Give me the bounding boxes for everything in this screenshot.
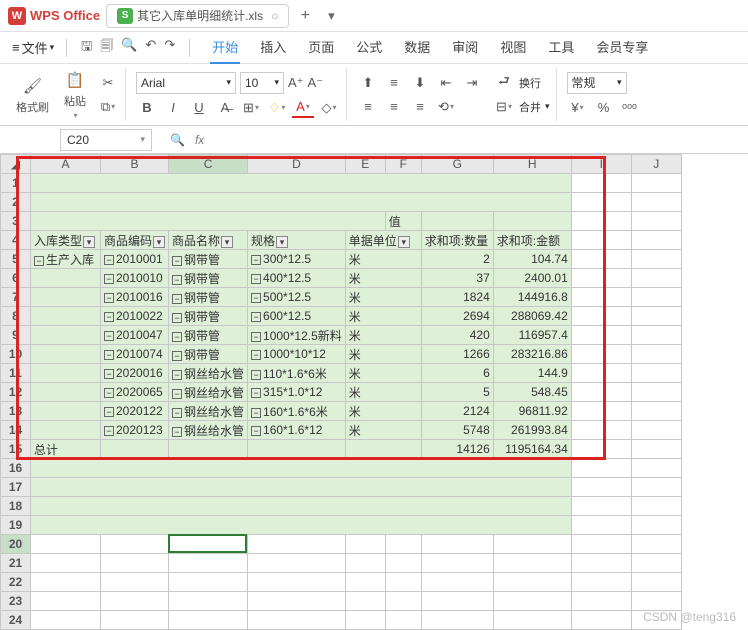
col-header[interactable]: B [101, 155, 169, 174]
merge-icon[interactable]: ⊟ [493, 97, 515, 117]
watermark: CSDN @teng316 [643, 610, 736, 624]
comma-icon[interactable]: ᵒᵒᵒ [619, 98, 641, 118]
spreadsheet-grid[interactable]: ◢ A B C D E F G H I J 1 2 3值 4 入库类型▾ 商品编… [0, 154, 682, 630]
col-header[interactable]: D [248, 155, 346, 174]
hdr-unit: 单据单位▾ [345, 231, 421, 250]
col-header[interactable]: E [345, 155, 385, 174]
cancel-formula-icon[interactable]: 🔍 [170, 133, 185, 147]
indent-inc-icon[interactable]: ⇥ [461, 73, 483, 93]
totals-label: 总计 [31, 440, 101, 459]
sheet-icon: S [117, 8, 133, 24]
tab-member[interactable]: 会员专享 [594, 31, 650, 64]
col-header[interactable]: G [421, 155, 493, 174]
hdr-code: 商品编码▾ [101, 231, 169, 250]
strike-icon[interactable]: A̶ [214, 98, 236, 118]
col-header[interactable]: F [385, 155, 421, 174]
format-painter-button[interactable]: 🖌格式刷 [12, 73, 53, 117]
save-icon[interactable]: 🖫 [81, 37, 92, 59]
print-icon[interactable]: 🗐 [100, 37, 113, 59]
tab-view[interactable]: 视图 [498, 31, 528, 64]
copy-icon[interactable]: ⧉ [97, 97, 119, 117]
redo-icon[interactable]: ↷ [164, 37, 175, 59]
cut-icon[interactable]: ✂ [97, 73, 119, 93]
underline-icon[interactable]: U [188, 98, 210, 118]
col-header[interactable]: J [631, 155, 681, 174]
wrap-icon[interactable]: ⮐ [493, 73, 515, 93]
font-size-select[interactable]: 10▾ [240, 72, 284, 94]
hdr-qty: 求和项:数量 [421, 231, 493, 250]
number-format-select[interactable]: 常规▾ [567, 72, 627, 94]
fill-color-icon[interactable]: ♢ [266, 98, 288, 118]
bold-icon[interactable]: B [136, 98, 158, 118]
col-header[interactable]: I [571, 155, 631, 174]
percent-icon[interactable]: % [593, 98, 615, 118]
filter-icon[interactable]: ▾ [83, 236, 95, 248]
currency-icon[interactable]: ¥ [567, 98, 589, 118]
hdr-type: 入库类型▾ [31, 231, 101, 250]
tab-review[interactable]: 审阅 [450, 31, 480, 64]
tab-insert[interactable]: 插入 [258, 31, 288, 64]
align-top-icon[interactable]: ⬆ [357, 73, 379, 93]
font-color-icon[interactable]: A [292, 98, 314, 118]
ribbon-tabs: 开始 插入 页面 公式 数据 审阅 视图 工具 会员专享 [210, 31, 650, 64]
align-middle-icon[interactable]: ≡ [383, 73, 405, 93]
hdr-amt: 求和项:金额 [493, 231, 571, 250]
col-header[interactable]: A [31, 155, 101, 174]
document-name: 其它入库单明细统计.xls [137, 7, 263, 24]
tab-page[interactable]: 页面 [306, 31, 336, 64]
name-box[interactable]: C20▾ [60, 129, 152, 151]
tab-data[interactable]: 数据 [402, 31, 432, 64]
tab-menu-button[interactable]: ▾ [321, 8, 341, 24]
decrease-font-icon[interactable]: A⁻ [308, 75, 324, 91]
align-center-icon[interactable]: ≡ [383, 97, 405, 117]
align-bottom-icon[interactable]: ⬇ [409, 73, 431, 93]
document-tab[interactable]: S 其它入库单明细统计.xls ○ [106, 4, 289, 28]
paste-button[interactable]: 📋粘贴 [57, 67, 93, 122]
border-icon[interactable]: ⊞ [240, 98, 262, 118]
tab-start[interactable]: 开始 [210, 31, 240, 64]
hdr-spec: 规格▾ [248, 231, 346, 250]
align-right-icon[interactable]: ≡ [409, 97, 431, 117]
col-header[interactable]: H [493, 155, 571, 174]
preview-icon[interactable]: 🔍 [121, 37, 137, 59]
clear-format-icon[interactable]: ◇ [318, 98, 340, 118]
increase-font-icon[interactable]: A⁺ [288, 75, 304, 91]
fx-label[interactable]: fx [195, 133, 204, 147]
pivot-values-label: 值 [385, 212, 421, 231]
app-logo: WWPS Office [8, 7, 100, 25]
menu-file[interactable]: ≡ 文件 ▾ [4, 34, 62, 61]
tab-tools[interactable]: 工具 [546, 31, 576, 64]
indent-dec-icon[interactable]: ⇤ [435, 73, 457, 93]
italic-icon[interactable]: I [162, 98, 184, 118]
select-all-corner[interactable]: ◢ [1, 155, 31, 174]
font-name-select[interactable]: Arial▾ [136, 72, 236, 94]
align-left-icon[interactable]: ≡ [357, 97, 379, 117]
tab-formula[interactable]: 公式 [354, 31, 384, 64]
undo-icon[interactable]: ↶ [145, 37, 156, 59]
orientation-icon[interactable]: ⟲ [435, 97, 457, 117]
col-header[interactable]: C [169, 155, 248, 174]
add-tab-button[interactable]: + [295, 7, 315, 25]
close-tab-icon[interactable]: ○ [271, 9, 278, 23]
hdr-name: 商品名称▾ [169, 231, 248, 250]
